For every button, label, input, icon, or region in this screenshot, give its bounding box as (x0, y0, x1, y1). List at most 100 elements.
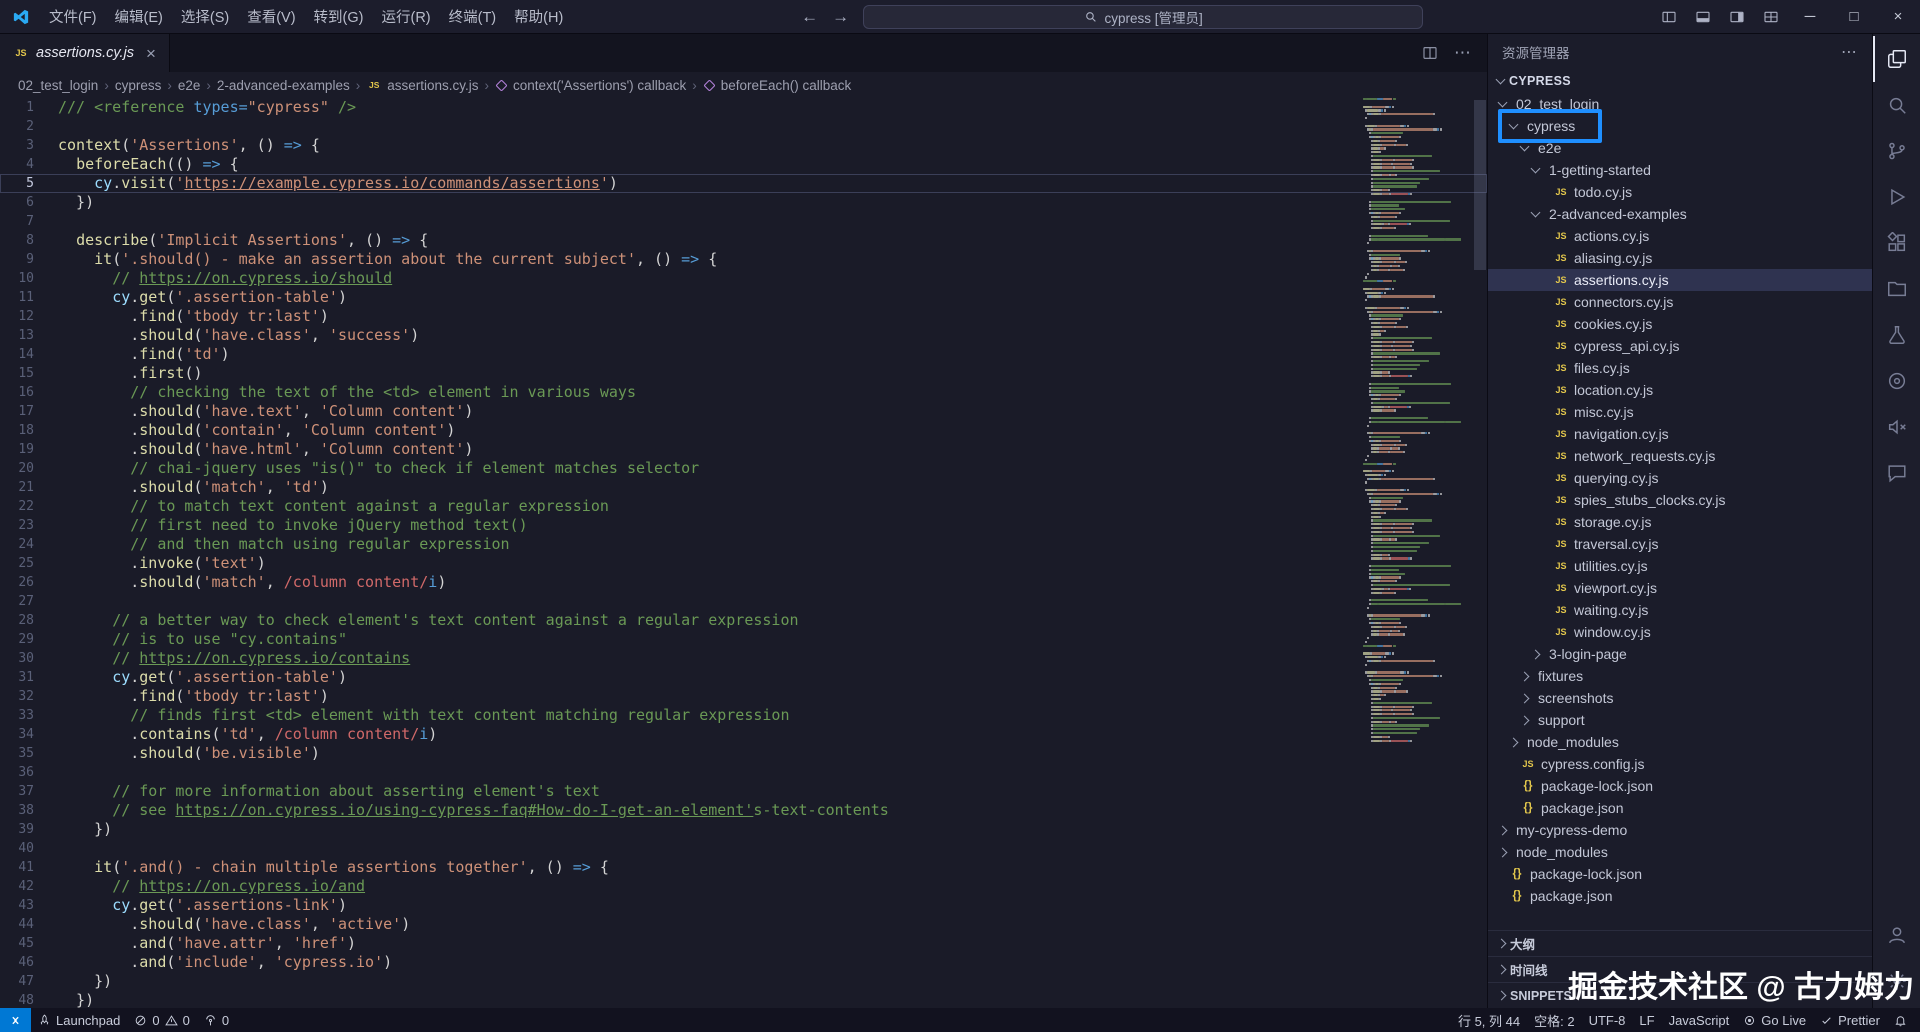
tree-item-package-lock.json[interactable]: {}package-lock.json (1488, 775, 1872, 797)
editor-more-actions-icon[interactable]: ⋯ (1454, 43, 1471, 63)
code-line[interactable]: 32 .find('tbody tr:last') (0, 687, 1487, 706)
code-line[interactable]: 22 // to match text content against a re… (0, 497, 1487, 516)
tree-item-storage.cy.js[interactable]: JSstorage.cy.js (1488, 511, 1872, 533)
code-line[interactable]: 17 .should('have.text', 'Column content'… (0, 402, 1487, 421)
close-tab-icon[interactable]: × (146, 45, 156, 62)
history-forward-icon[interactable]: → (832, 7, 849, 27)
folder-icon[interactable] (1873, 266, 1920, 312)
code-line[interactable]: 16 // checking the text of the <td> elem… (0, 383, 1487, 402)
tree-item-window.cy.js[interactable]: JSwindow.cy.js (1488, 621, 1872, 643)
tree-item-waiting.cy.js[interactable]: JSwaiting.cy.js (1488, 599, 1872, 621)
tree-item-package.json[interactable]: {}package.json (1488, 797, 1872, 819)
tree-item-spies_stubs_clocks.cy.js[interactable]: JSspies_stubs_clocks.cy.js (1488, 489, 1872, 511)
code-line[interactable]: 40 (0, 839, 1487, 858)
tree-item-traversal.cy.js[interactable]: JStraversal.cy.js (1488, 533, 1872, 555)
menu-运行(R)[interactable]: 运行(R) (372, 0, 439, 33)
tree-item-package-lock.json[interactable]: {}package-lock.json (1488, 863, 1872, 885)
code-line[interactable]: 25 .invoke('text') (0, 554, 1487, 573)
code-line[interactable]: 35 .should('be.visible') (0, 744, 1487, 763)
toggle-secondary-sidebar-icon[interactable] (1720, 0, 1754, 33)
menu-帮助(H)[interactable]: 帮助(H) (505, 0, 572, 33)
problems-item[interactable]: 0 0 (127, 1008, 196, 1032)
tree-item-querying.cy.js[interactable]: JSquerying.cy.js (1488, 467, 1872, 489)
scrollbar-thumb[interactable] (1474, 100, 1486, 270)
tree-item-viewport.cy.js[interactable]: JSviewport.cy.js (1488, 577, 1872, 599)
code-line[interactable]: 1/// <reference types="cypress" /> (0, 98, 1487, 117)
code-line[interactable]: 44 .should('have.class', 'active') (0, 915, 1487, 934)
code-line[interactable]: 29 // is to use "cy.contains" (0, 630, 1487, 649)
comment-icon[interactable] (1873, 450, 1920, 496)
explorer-more-actions-icon[interactable]: ⋯ (1841, 42, 1858, 62)
tree-item-cookies.cy.js[interactable]: JScookies.cy.js (1488, 313, 1872, 335)
code-line[interactable]: 13 .should('have.class', 'success') (0, 326, 1487, 345)
breadcrumb-item[interactable]: cypress (115, 78, 162, 93)
breadcrumb-item[interactable]: JSassertions.cy.js (366, 78, 478, 93)
tree-item-todo.cy.js[interactable]: JStodo.cy.js (1488, 181, 1872, 203)
code-line[interactable]: 41 it('.and() - chain multiple assertion… (0, 858, 1487, 877)
code-line[interactable]: 23 // first need to invoke jQuery method… (0, 516, 1487, 535)
breadcrumb-item[interactable]: 2-advanced-examples (217, 78, 350, 93)
tree-item-package.json[interactable]: {}package.json (1488, 885, 1872, 907)
tree-item-my-cypress-demo[interactable]: my-cypress-demo (1488, 819, 1872, 841)
tree-item-misc.cy.js[interactable]: JSmisc.cy.js (1488, 401, 1872, 423)
run-debug-icon[interactable] (1873, 174, 1920, 220)
code-line[interactable]: 39 }) (0, 820, 1487, 839)
code-line[interactable]: 5 cy.visit('https://example.cypress.io/c… (0, 174, 1487, 193)
history-back-icon[interactable]: ← (801, 7, 818, 27)
code-line[interactable]: 38 // see https://on.cypress.io/using-cy… (0, 801, 1487, 820)
tree-item-node_modules[interactable]: node_modules (1488, 731, 1872, 753)
menu-编辑(E)[interactable]: 编辑(E) (106, 0, 172, 33)
tree-item-screenshots[interactable]: screenshots (1488, 687, 1872, 709)
extensions-icon[interactable] (1873, 220, 1920, 266)
cursor-position[interactable]: 行 5, 列 44 (1451, 1008, 1527, 1032)
tree-item-location.cy.js[interactable]: JSlocation.cy.js (1488, 379, 1872, 401)
code-line[interactable]: 8 describe('Implicit Assertions', () => … (0, 231, 1487, 250)
source-control-icon[interactable] (1873, 128, 1920, 174)
code-line[interactable]: 12 .find('tbody tr:last') (0, 307, 1487, 326)
code-line[interactable]: 31 cy.get('.assertion-table') (0, 668, 1487, 687)
tree-item-node_modules[interactable]: node_modules (1488, 841, 1872, 863)
tree-item-3-login-page[interactable]: 3-login-page (1488, 643, 1872, 665)
code-line[interactable]: 11 cy.get('.assertion-table') (0, 288, 1487, 307)
tree-item-e2e[interactable]: e2e (1488, 137, 1872, 159)
remote-indicator[interactable] (0, 1008, 31, 1032)
tree-item-aliasing.cy.js[interactable]: JSaliasing.cy.js (1488, 247, 1872, 269)
menu-转到(G)[interactable]: 转到(G) (305, 0, 373, 33)
mute-icon[interactable] (1873, 404, 1920, 450)
code-line[interactable]: 3context('Assertions', () => { (0, 136, 1487, 155)
launchpad-item[interactable]: Launchpad (31, 1008, 127, 1032)
code-line[interactable]: 33 // finds first <td> element with text… (0, 706, 1487, 725)
code-line[interactable]: 42 // https://on.cypress.io/and (0, 877, 1487, 896)
code-editor[interactable]: 1/// <reference types="cypress" />23cont… (0, 98, 1487, 1008)
eol[interactable]: LF (1632, 1008, 1661, 1032)
code-line[interactable]: 7 (0, 212, 1487, 231)
code-line[interactable]: 26 .should('match', /column content/i) (0, 573, 1487, 592)
breadcrumb-item[interactable]: e2e (178, 78, 201, 93)
code-line[interactable]: 28 // a better way to check element's te… (0, 611, 1487, 630)
language-mode[interactable]: JavaScript (1662, 1008, 1737, 1032)
menu-选择(S)[interactable]: 选择(S) (172, 0, 238, 33)
code-line[interactable]: 18 .should('contain', 'Column content') (0, 421, 1487, 440)
code-line[interactable]: 43 cy.get('.assertions-link') (0, 896, 1487, 915)
code-line[interactable]: 34 .contains('td', /column content/i) (0, 725, 1487, 744)
go-live-item[interactable]: Go Live (1736, 1008, 1813, 1032)
notifications-bell-icon[interactable] (1887, 1008, 1914, 1032)
tab-assertions-cy-js[interactable]: JS assertions.cy.js × (0, 34, 170, 72)
code-line[interactable]: 19 .should('have.html', 'Column content'… (0, 440, 1487, 459)
code-line[interactable]: 6 }) (0, 193, 1487, 212)
indentation[interactable]: 空格: 2 (1527, 1008, 1581, 1032)
panel-outline[interactable]: 大纲 (1488, 930, 1872, 956)
test-icon[interactable] (1873, 312, 1920, 358)
code-line[interactable]: 36 (0, 763, 1487, 782)
toggle-sidebar-icon[interactable] (1652, 0, 1686, 33)
code-line[interactable]: 47 }) (0, 972, 1487, 991)
customize-layout-icon[interactable] (1754, 0, 1788, 33)
code-line[interactable]: 9 it('.should() - make an assertion abou… (0, 250, 1487, 269)
close-button[interactable]: × (1876, 0, 1920, 33)
section-header-cypress[interactable]: CYPRESS (1488, 69, 1872, 93)
menu-终端(T)[interactable]: 终端(T) (440, 0, 506, 33)
tree-item-assertions.cy.js[interactable]: JSassertions.cy.js (1488, 269, 1872, 291)
explorer-icon[interactable] (1873, 36, 1920, 82)
tree-item-cypress_api.cy.js[interactable]: JScypress_api.cy.js (1488, 335, 1872, 357)
menu-查看(V)[interactable]: 查看(V) (238, 0, 304, 33)
